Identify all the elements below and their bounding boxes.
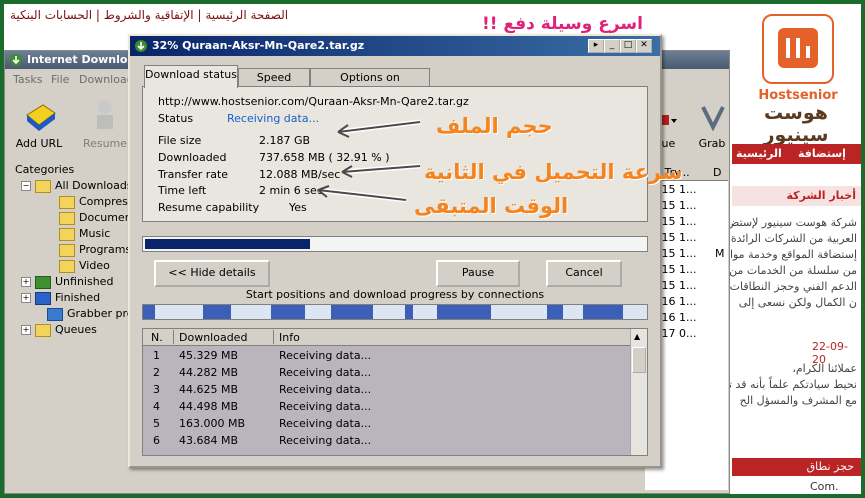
annotation-transfer-rate: سرعة التحميل في الثانية [424, 160, 683, 184]
annotation-file-size: حجم الملف [436, 114, 553, 138]
annotation-arrows [317, 119, 421, 203]
arrow-icon [317, 121, 421, 201]
tab-download-status[interactable]: Download status [144, 65, 238, 88]
arrow-icon [317, 119, 421, 203]
annotation-time-left: الوقت المتبقى [414, 194, 569, 218]
